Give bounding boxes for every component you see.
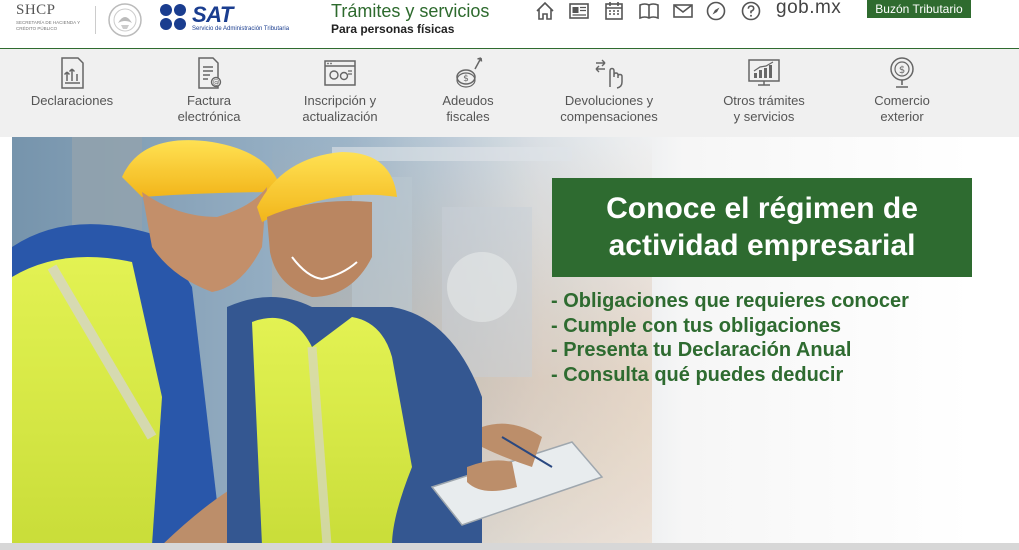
- mail-icon[interactable]: [672, 0, 694, 22]
- gob-mx-link[interactable]: gob.mx: [776, 0, 841, 19]
- coat-of-arms-icon: [106, 1, 144, 39]
- factura-icon: @: [191, 55, 227, 91]
- section-heading: Trámites y servicios Para personas físic…: [331, 0, 489, 36]
- link-declaracion-anual[interactable]: - Presenta tu Declaración Anual: [551, 338, 909, 363]
- adeudos-icon: $: [450, 55, 486, 91]
- hero-bottom-bar: [0, 543, 1019, 550]
- nav-item-declaraciones[interactable]: Declaraciones: [2, 55, 142, 109]
- nav-label: Devoluciones y compensaciones: [560, 93, 658, 124]
- nav-label: Factura electrónica: [177, 93, 241, 124]
- svg-text:@: @: [213, 79, 220, 87]
- header-divider: [95, 6, 96, 34]
- buzon-tributario-button[interactable]: Buzón Tributario: [867, 0, 971, 18]
- devoluciones-icon: [591, 55, 627, 91]
- link-deducir[interactable]: - Consulta qué puedes deducir: [551, 363, 909, 388]
- nav-label: Adeudos fiscales: [442, 93, 494, 124]
- sat-subtitle: Servicio de Administración Tributaria: [192, 26, 290, 32]
- nav-item-otros[interactable]: Otros trámites y servicios: [694, 55, 834, 125]
- shcp-logo[interactable]: SHCP SECRETARÍA DE HACIENDA Y CRÉDITO PÚ…: [16, 2, 88, 38]
- svg-text:$: $: [463, 74, 469, 84]
- nav-label: Otros trámites y servicios: [723, 93, 805, 124]
- compass-icon[interactable]: [705, 0, 727, 22]
- book-icon[interactable]: [638, 0, 660, 22]
- nav-label: Inscripción y actualización: [302, 93, 378, 124]
- svg-text:$: $: [899, 65, 905, 76]
- link-cumple[interactable]: - Cumple con tus obligaciones: [551, 314, 909, 339]
- calendar-icon[interactable]: [603, 0, 625, 22]
- comercio-icon: $: [884, 55, 920, 91]
- news-icon[interactable]: [568, 0, 590, 22]
- nav-item-comercio[interactable]: $ Comercio exterior: [832, 55, 972, 125]
- home-icon[interactable]: [534, 0, 556, 22]
- header: SHCP SECRETARÍA DE HACIENDA Y CRÉDITO PÚ…: [0, 0, 1019, 48]
- nav-item-adeudos[interactable]: $ Adeudos fiscales: [398, 55, 538, 125]
- sat-dots-icon: [160, 4, 188, 32]
- section-subtitle: Para personas físicas: [331, 22, 455, 36]
- shcp-subtitle: SECRETARÍA DE HACIENDA Y CRÉDITO PÚBLICO: [16, 20, 81, 31]
- nav-item-inscripcion[interactable]: Inscripción y actualización: [270, 55, 410, 125]
- nav-item-factura[interactable]: @ Factura electrónica: [139, 55, 279, 125]
- nav-label: Declaraciones: [30, 93, 114, 108]
- shcp-title: SHCP: [16, 2, 56, 18]
- sat-logo[interactable]: SAT Servicio de Administración Tributari…: [160, 2, 310, 38]
- main-nav: Declaraciones @ Factura electrónica Insc…: [0, 48, 1019, 137]
- help-icon[interactable]: [740, 0, 762, 22]
- section-title: Trámites y servicios: [331, 1, 490, 21]
- hero-headline: Conoce el régimen de actividad empresari…: [606, 192, 918, 262]
- nav-label: Comercio exterior: [874, 93, 930, 124]
- declaraciones-icon: [54, 55, 90, 91]
- nav-item-devoluciones[interactable]: Devoluciones y compensaciones: [539, 55, 679, 125]
- link-obligaciones[interactable]: - Obligaciones que requieres conocer: [551, 289, 909, 314]
- otros-tramites-icon: [746, 55, 782, 91]
- hero-links: - Obligaciones que requieres conocer - C…: [551, 289, 909, 387]
- inscripcion-icon: [322, 55, 358, 91]
- hero-headline-box: Conoce el régimen de actividad empresari…: [552, 178, 972, 277]
- sat-name: SAT: [192, 2, 233, 27]
